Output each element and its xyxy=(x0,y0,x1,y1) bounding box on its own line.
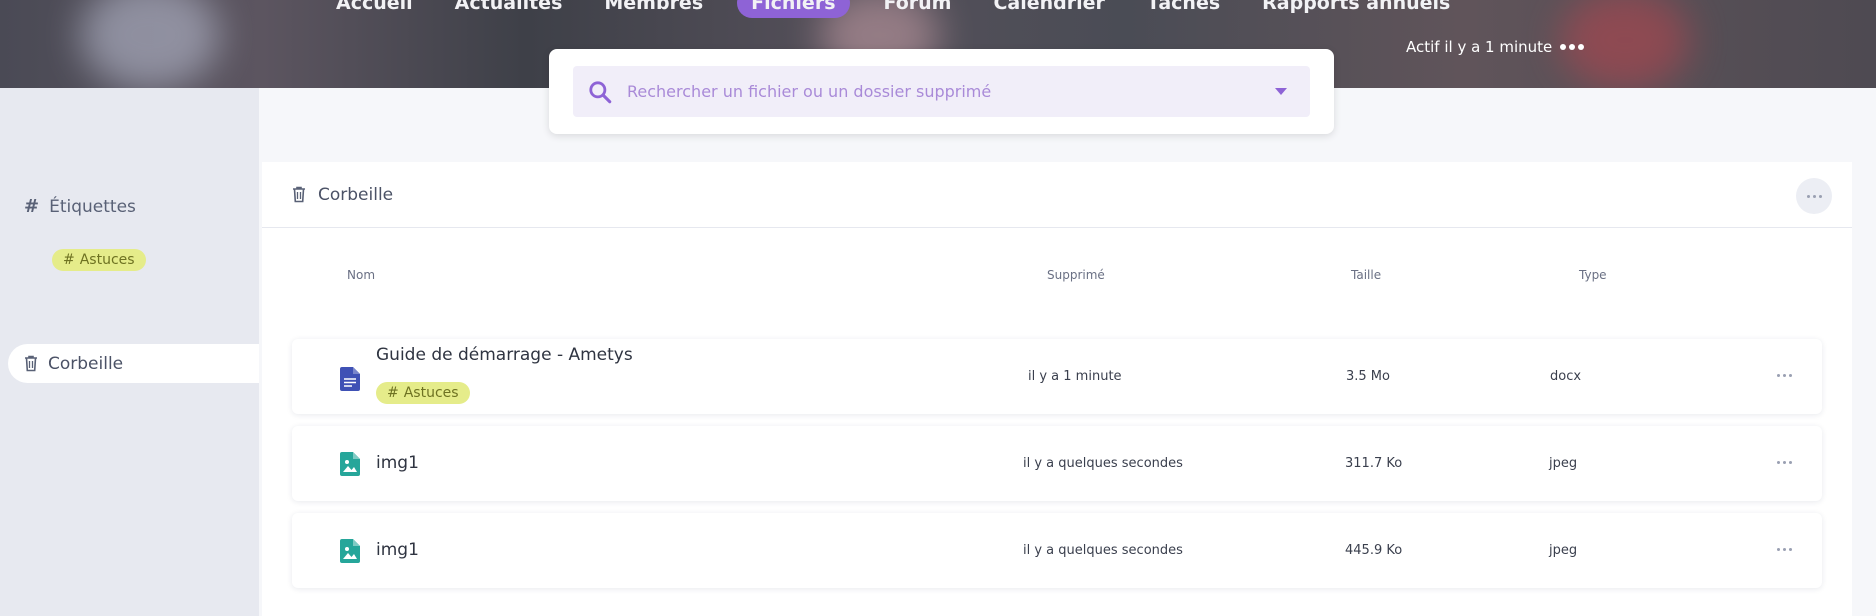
sidebar: # Étiquettes # Astuces Corbeille xyxy=(0,88,259,616)
file-tag-astuces[interactable]: # Astuces xyxy=(376,382,470,404)
sidebar-tag-astuces[interactable]: # Astuces xyxy=(52,249,146,271)
sidebar-item-label: Corbeille xyxy=(48,353,124,374)
hashtag-icon: # xyxy=(63,252,75,268)
search-icon xyxy=(589,80,612,103)
table-row[interactable]: img1 il y a quelques secondes 311.7 Ko j… xyxy=(292,426,1822,501)
row-more-button[interactable] xyxy=(1777,461,1792,464)
file-type: jpeg xyxy=(1549,456,1578,471)
file-name[interactable]: Guide de démarrage - Ametys xyxy=(376,345,633,365)
chevron-down-icon[interactable] xyxy=(1275,88,1287,95)
file-type: jpeg xyxy=(1549,543,1578,558)
trash-panel: Corbeille Nom Supprimé Taille Type Guide… xyxy=(262,162,1852,616)
document-icon xyxy=(340,367,360,391)
search-field[interactable] xyxy=(573,66,1310,117)
tag-label: Astuces xyxy=(403,385,459,401)
column-header-deleted[interactable]: Supprimé xyxy=(1047,268,1105,282)
nav-item-forum[interactable]: Forum xyxy=(876,0,960,18)
deleted-date: il y a quelques secondes xyxy=(1023,543,1183,558)
nav-item-membres[interactable]: Membres xyxy=(596,0,711,18)
row-more-button[interactable] xyxy=(1777,374,1792,377)
table-row[interactable]: Guide de démarrage - Ametys # Astuces il… xyxy=(292,339,1822,414)
activity-status: Actif il y a 1 minute xyxy=(1406,38,1585,56)
file-type: docx xyxy=(1550,369,1582,384)
activity-text: Actif il y a 1 minute xyxy=(1406,38,1553,56)
search-input[interactable] xyxy=(627,82,1267,101)
deleted-date: il y a 1 minute xyxy=(1028,369,1122,384)
nav-item-actualites[interactable]: Actualités xyxy=(447,0,571,18)
file-name[interactable]: img1 xyxy=(376,453,419,473)
hashtag-icon: # xyxy=(387,385,399,401)
nav-item-taches[interactable]: Tâches xyxy=(1139,0,1228,18)
nav-item-calendrier[interactable]: Calendrier xyxy=(985,0,1112,18)
banner-decoration xyxy=(80,0,220,88)
hashtag-icon: # xyxy=(24,196,40,217)
column-header-name[interactable]: Nom xyxy=(347,268,375,282)
more-options-icon[interactable] xyxy=(1560,44,1585,50)
tags-heading: # Étiquettes xyxy=(24,196,136,217)
file-size: 3.5 Mo xyxy=(1346,369,1390,384)
column-header-type[interactable]: Type xyxy=(1579,268,1607,282)
file-size: 311.7 Ko xyxy=(1345,456,1403,471)
file-size: 445.9 Ko xyxy=(1345,543,1403,558)
tags-heading-label: Étiquettes xyxy=(49,196,136,217)
image-icon xyxy=(340,452,360,476)
trash-icon xyxy=(293,186,305,203)
nav-item-fichiers[interactable]: Fichiers xyxy=(737,0,850,18)
row-more-button[interactable] xyxy=(1777,548,1792,551)
deleted-date: il y a quelques secondes xyxy=(1023,456,1183,471)
panel-more-button[interactable] xyxy=(1796,178,1832,214)
file-name[interactable]: img1 xyxy=(376,540,419,560)
page-title: Corbeille xyxy=(318,184,394,205)
trash-icon xyxy=(25,355,37,372)
table-row[interactable]: img1 il y a quelques secondes 445.9 Ko j… xyxy=(292,513,1822,588)
nav-item-rapports[interactable]: Rapports annuels xyxy=(1254,0,1458,18)
main-nav: Accueil Actualités Membres Fichiers Foru… xyxy=(328,0,1458,18)
image-icon xyxy=(340,539,360,563)
search-card xyxy=(549,49,1334,134)
sidebar-item-corbeille[interactable]: Corbeille xyxy=(8,344,259,383)
tag-label: Astuces xyxy=(79,252,135,268)
panel-header: Corbeille xyxy=(262,162,1852,228)
nav-item-accueil[interactable]: Accueil xyxy=(328,0,421,18)
column-header-size[interactable]: Taille xyxy=(1351,268,1381,282)
